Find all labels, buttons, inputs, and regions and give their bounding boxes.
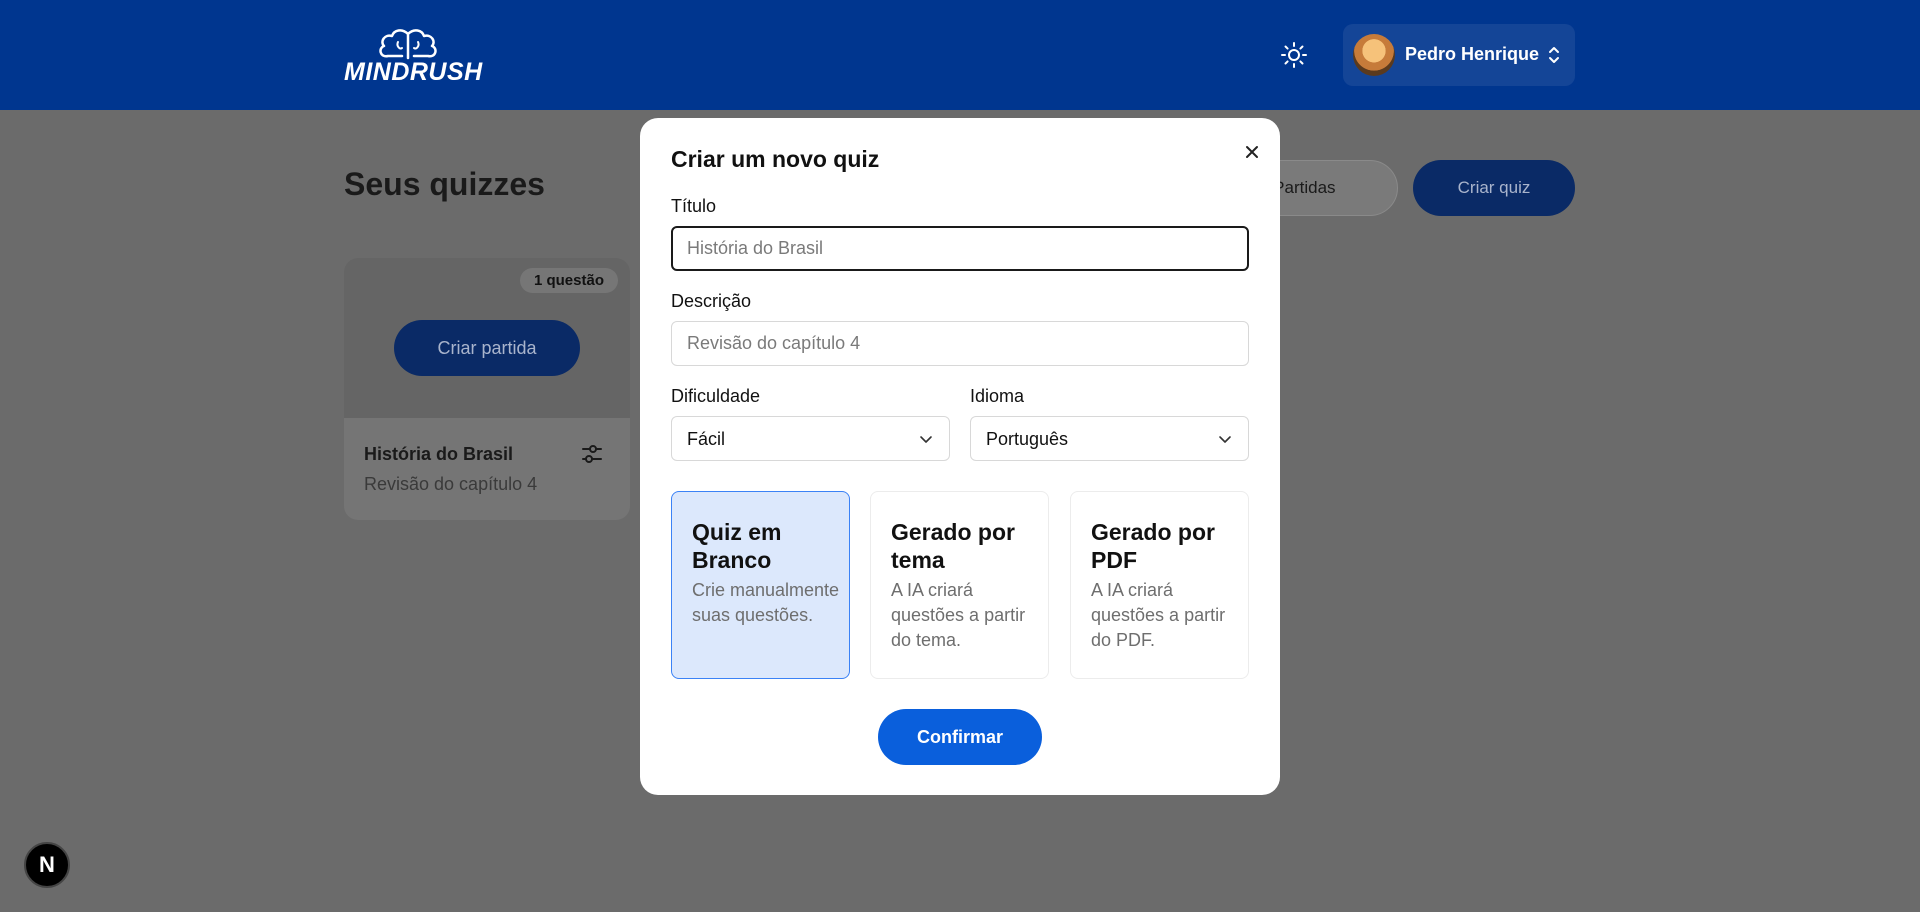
question-count-badge: 1 questão (519, 268, 618, 293)
option-description: A IA criará questões a partir do tema. (891, 580, 1026, 650)
option-description: A IA criará questões a partir do PDF. (1091, 580, 1226, 650)
chevron-down-icon (1219, 436, 1231, 443)
dificuldade-value: Fácil (687, 429, 726, 449)
nextjs-dev-badge[interactable]: N (24, 842, 70, 888)
quiz-card-title: História do Brasil (364, 444, 514, 464)
quiz-card-description: Revisão do capítulo 4 (364, 474, 538, 494)
sun-icon[interactable] (1280, 41, 1308, 69)
avatar (1353, 34, 1395, 76)
option-quiz-em-branco[interactable]: Quiz em Branco Crie manualmente suas que… (671, 491, 850, 679)
brain-icon (379, 29, 437, 60)
titulo-input[interactable] (671, 226, 1249, 271)
chevron-down-icon (920, 436, 932, 443)
idioma-select[interactable]: Português (970, 416, 1249, 461)
close-icon[interactable] (1238, 138, 1266, 166)
dificuldade-select[interactable]: Fácil (671, 416, 950, 461)
create-quiz-modal: Criar um novo quiz Título Descrição Difi… (640, 118, 1280, 795)
modal-title: Criar um novo quiz (671, 146, 880, 172)
chevron-up-down-icon (1549, 47, 1559, 63)
option-description: Crie manualmente suas questões. (692, 580, 840, 625)
option-title: Gerado por PDF (1091, 519, 1215, 573)
idioma-label: Idioma (970, 386, 1025, 406)
user-name: Pedro Henrique (1405, 44, 1540, 64)
top-navigation-bar: MINDRUSH Pedro Henrique (0, 0, 1920, 110)
option-gerado-por-pdf[interactable]: Gerado por PDF A IA criará questões a pa… (1070, 491, 1249, 679)
quiz-card-header: 1 questão Criar partida (344, 258, 630, 418)
quiz-card[interactable]: 1 questão Criar partida História do Bras… (344, 258, 630, 520)
page-title: Seus quizzes (344, 166, 545, 202)
option-title: Gerado por tema (891, 519, 1015, 573)
criar-partida-button[interactable]: Criar partida (394, 320, 580, 376)
user-menu-button[interactable]: Pedro Henrique (1343, 24, 1575, 86)
dificuldade-label: Dificuldade (671, 386, 761, 406)
descricao-label: Descrição (671, 291, 752, 311)
option-title: Quiz em Branco (692, 519, 782, 573)
logo-text: MINDRUSH (344, 58, 483, 86)
mindrush-logo[interactable]: MINDRUSH (344, 28, 482, 86)
settings-sliders-icon[interactable] (580, 442, 604, 466)
criar-quiz-button[interactable]: Criar quiz (1413, 160, 1575, 216)
titulo-label: Título (671, 196, 717, 216)
idioma-value: Português (986, 429, 1069, 449)
confirm-button[interactable]: Confirmar (878, 709, 1042, 765)
option-gerado-por-tema[interactable]: Gerado por tema A IA criará questões a p… (870, 491, 1049, 679)
descricao-input[interactable] (671, 321, 1249, 366)
